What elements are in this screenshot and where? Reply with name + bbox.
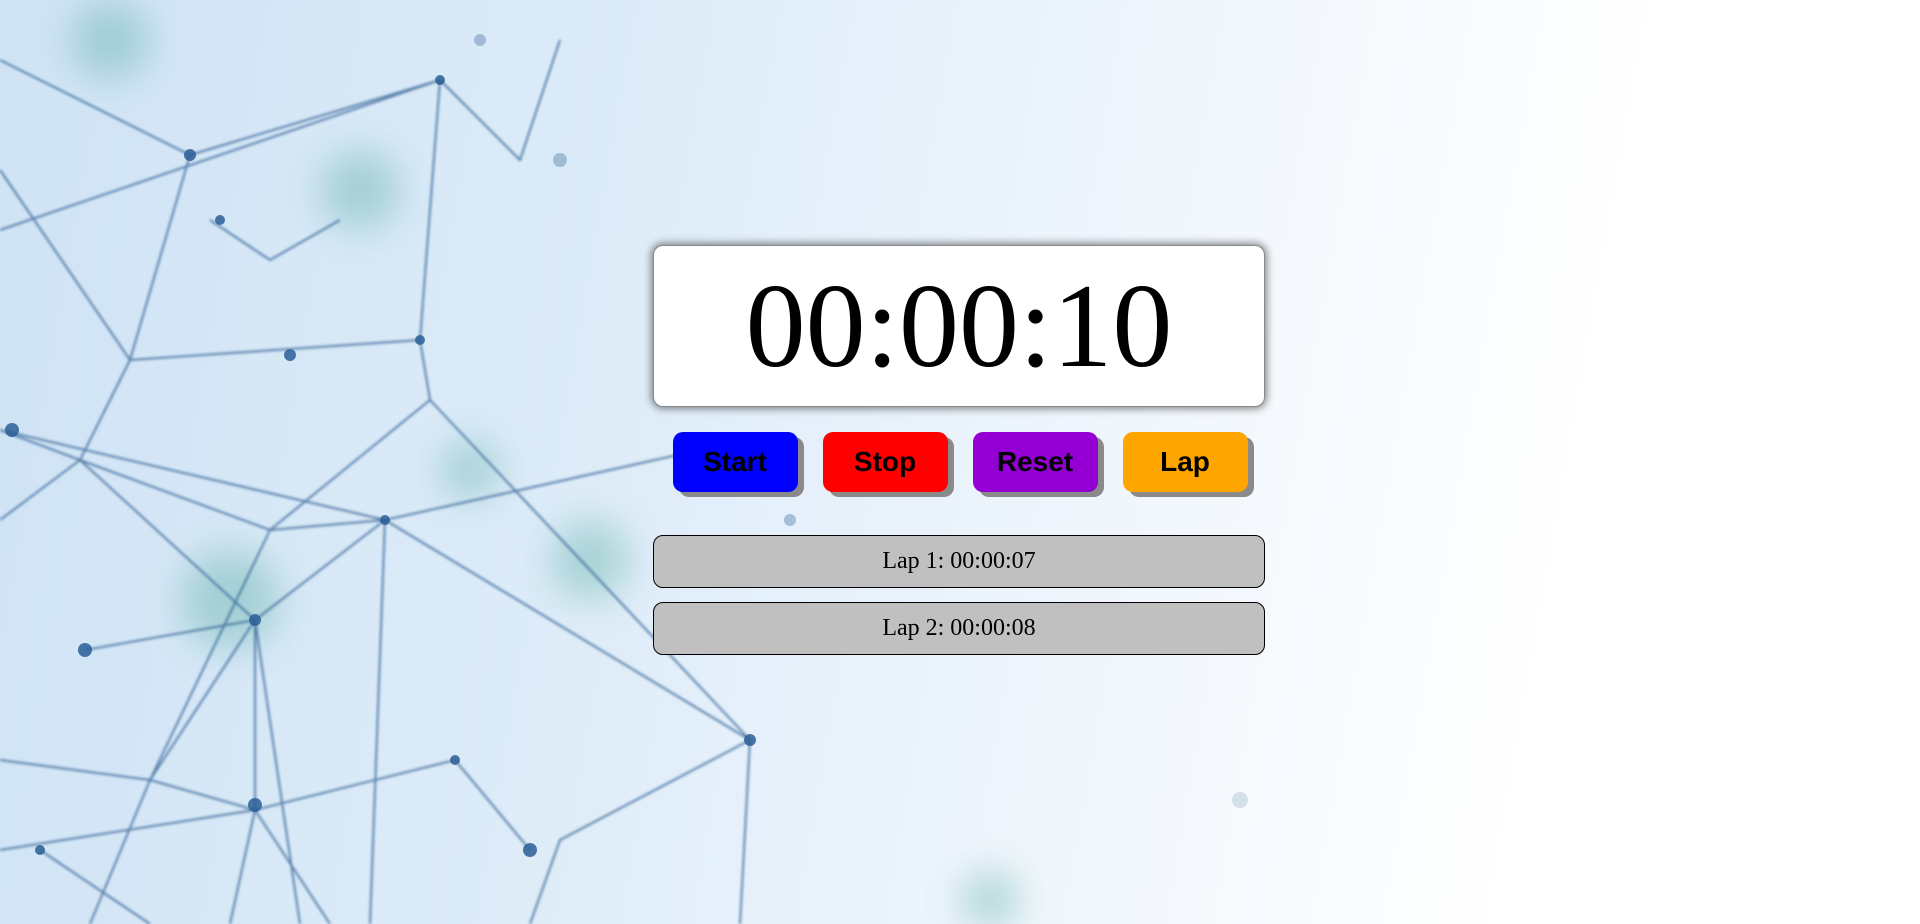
timer-display: 00:00:10 xyxy=(653,245,1265,407)
lap-list: Lap 1: 00:00:07 Lap 2: 00:00:08 xyxy=(653,535,1267,655)
lap-item: Lap 1: 00:00:07 xyxy=(653,535,1265,588)
reset-button[interactable]: Reset xyxy=(972,432,1098,492)
stop-button[interactable]: Stop xyxy=(822,432,948,492)
control-buttons: Start Stop Reset Lap xyxy=(653,432,1267,492)
lap-item: Lap 2: 00:00:08 xyxy=(653,602,1265,655)
stopwatch-container: 00:00:10 Start Stop Reset Lap Lap 1: 00:… xyxy=(653,245,1267,669)
lap-button[interactable]: Lap xyxy=(1122,432,1248,492)
start-button[interactable]: Start xyxy=(672,432,798,492)
